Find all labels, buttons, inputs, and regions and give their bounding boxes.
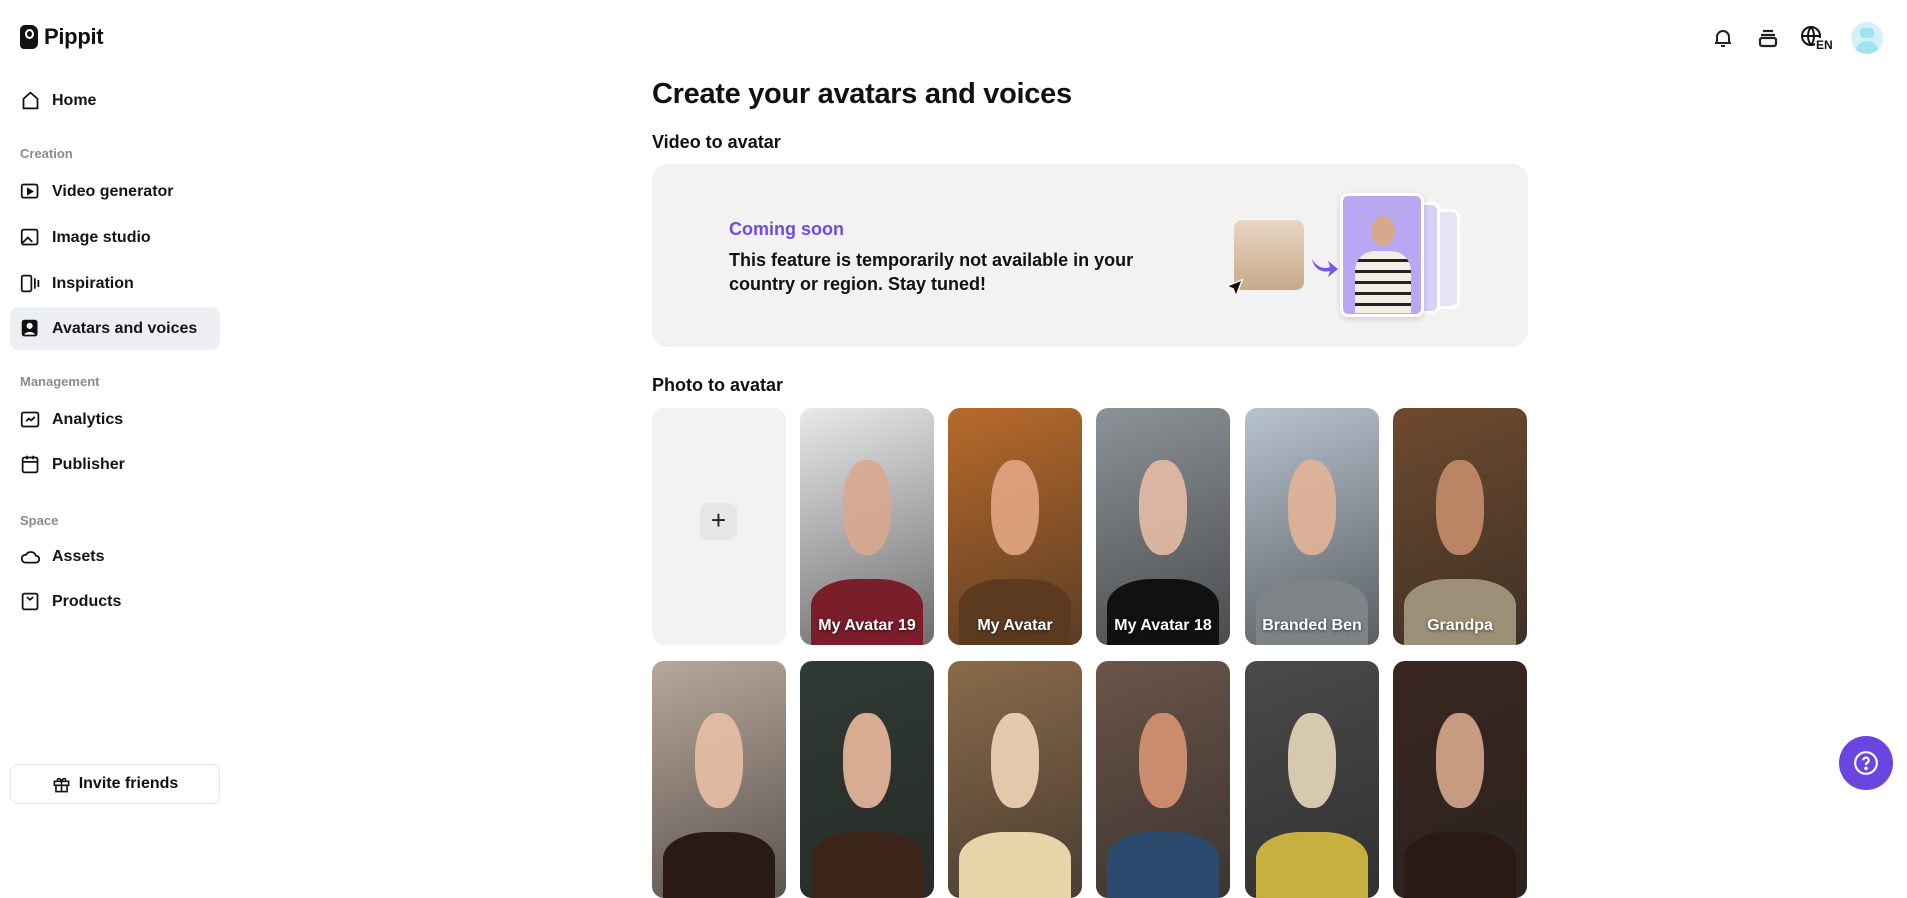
sidebar-item-home[interactable]: Home: [10, 79, 220, 122]
illustration: [1224, 193, 1484, 319]
avatar-name: Branded Ben: [1262, 617, 1362, 634]
section-title-photo-to-avatar: Photo to avatar: [652, 375, 784, 395]
user-avatar[interactable]: [1851, 22, 1883, 54]
avatar-card[interactable]: My Avatar: [948, 408, 1082, 645]
avatar-name: My Avatar 19: [818, 617, 916, 634]
avatar-face: [990, 713, 1040, 808]
avatar-name: My Avatar 18: [1114, 617, 1212, 634]
cursor-icon: [1224, 278, 1244, 299]
sidebar-item-assets[interactable]: Assets: [10, 535, 220, 578]
avatar-face: [1138, 713, 1188, 808]
invite-friends-button[interactable]: Invite friends: [10, 764, 220, 804]
analytics-icon: [20, 411, 40, 428]
avatar-body: [1255, 578, 1369, 645]
avatar-face: [694, 713, 744, 808]
gift-icon: [53, 777, 70, 792]
section-creation: Creation: [20, 146, 73, 161]
sidebar-item-avatars-and-voices[interactable]: Avatars and voices: [10, 307, 220, 350]
subscription-icon[interactable]: [1754, 24, 1782, 52]
avatar-face: [842, 713, 892, 808]
sidebar-item-image-studio[interactable]: Image studio: [10, 216, 220, 259]
avatar-face: [1138, 460, 1188, 555]
arrow-icon: [1312, 259, 1338, 277]
avatar-card[interactable]: [948, 661, 1082, 898]
avatar-card[interactable]: [652, 661, 786, 898]
section-space: Space: [20, 513, 59, 528]
avatar-card[interactable]: [800, 661, 934, 898]
pippit-logo[interactable]: Pippit: [20, 24, 104, 50]
coming-soon-label: Coming soon: [729, 219, 844, 239]
language-selector[interactable]: EN: [1800, 24, 1834, 52]
avatar-body: [958, 831, 1072, 898]
sidebar-item-analytics[interactable]: Analytics: [10, 398, 220, 441]
avatar-body: [810, 578, 924, 645]
help-button[interactable]: [1839, 736, 1893, 790]
page-title: Create your avatars and voices: [652, 78, 1072, 110]
avatar-face: [1435, 713, 1485, 808]
avatar-card[interactable]: My Avatar 18: [1096, 408, 1230, 645]
video-generator-icon: [20, 183, 39, 199]
sidebar-item-video-generator[interactable]: Video generator: [10, 170, 220, 213]
avatar-face: [1435, 460, 1485, 555]
avatar-card[interactable]: My Avatar 19: [800, 408, 934, 645]
avatar-body: [958, 578, 1072, 645]
section-title-video-to-avatar: Video to avatar: [652, 132, 781, 152]
avatar-face: [990, 460, 1040, 555]
avatar-preview: [1340, 193, 1424, 317]
avatar-body: [662, 831, 776, 898]
avatar-body: [1255, 831, 1369, 898]
sidebar-item-products[interactable]: Products: [10, 580, 220, 623]
avatar-body: [1403, 578, 1517, 645]
avatar-card[interactable]: [1096, 661, 1230, 898]
avatar-face: [842, 460, 892, 555]
avatar-name: My Avatar: [977, 617, 1053, 634]
avatar-card[interactable]: Branded Ben: [1245, 408, 1379, 645]
help-icon: [1854, 751, 1878, 775]
avatar-body: [810, 831, 924, 898]
sidebar-item-inspiration[interactable]: Inspiration: [10, 262, 220, 305]
image-studio-icon: [20, 228, 39, 246]
products-icon: [21, 592, 39, 611]
avatar-icon: [21, 319, 38, 337]
inspiration-icon: [20, 274, 40, 293]
avatar-card[interactable]: [1245, 661, 1379, 898]
home-icon: [22, 91, 39, 110]
avatar-name: Grandpa: [1427, 617, 1493, 634]
avatar-card[interactable]: Grandpa: [1393, 408, 1527, 645]
section-management: Management: [20, 374, 100, 389]
avatar-face: [1287, 713, 1337, 808]
avatar-body: [1106, 578, 1220, 645]
unavailable-message: This feature is temporarily not availabl…: [729, 250, 1134, 294]
calendar-icon: [21, 455, 39, 474]
add-avatar-button[interactable]: +: [652, 408, 786, 645]
avatar-body: [1106, 831, 1220, 898]
sidebar-item-publisher[interactable]: Publisher: [10, 443, 220, 486]
avatar-body: [1403, 831, 1517, 898]
avatar-face: [1287, 460, 1337, 555]
avatar-card[interactable]: [1393, 661, 1527, 898]
notification-bell-icon[interactable]: [1709, 24, 1737, 52]
logo-mark-icon: [20, 25, 38, 49]
cloud-icon: [20, 551, 41, 564]
plus-icon: +: [700, 503, 737, 540]
